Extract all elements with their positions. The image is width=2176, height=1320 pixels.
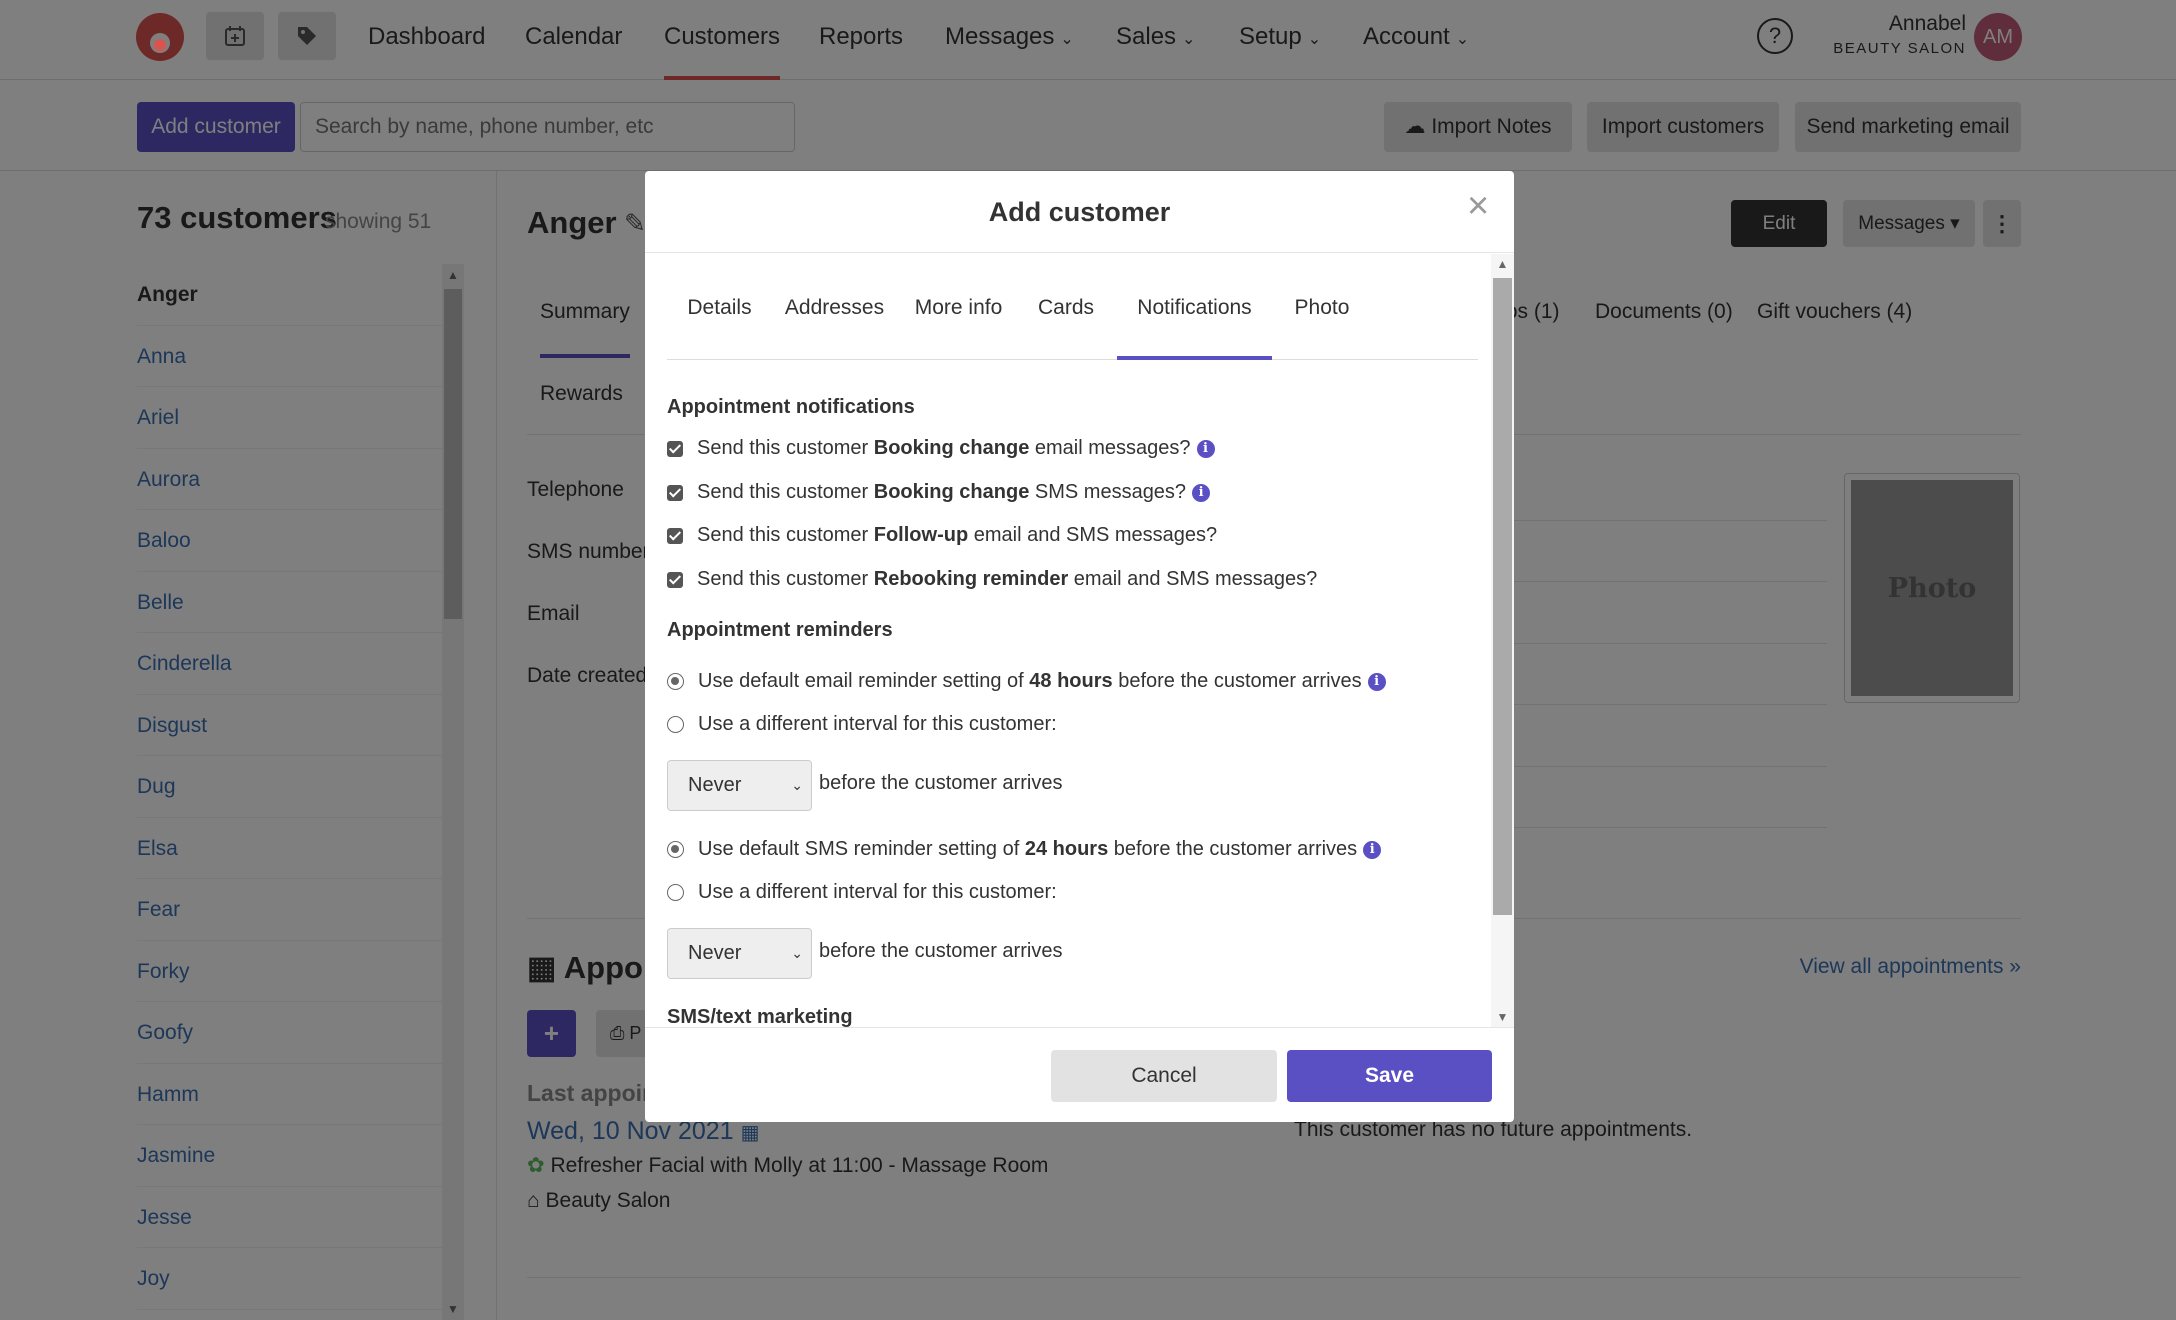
sms-marketing-heading: SMS/text marketing — [667, 1006, 853, 1027]
sms-custom-interval-option[interactable]: Use a different interval for this custom… — [667, 881, 1057, 904]
appointment-notifications-heading: Appointment notifications — [667, 396, 915, 418]
option-text: Send this customer Rebooking reminder em… — [697, 568, 1318, 590]
sms-interval-select[interactable]: Never ⌄ — [667, 928, 812, 979]
select-value: Never — [688, 774, 742, 796]
appointment-reminders-heading: Appointment reminders — [667, 619, 893, 641]
modal-body: Details Addresses More info Cards Notifi… — [645, 254, 1514, 1027]
modal-footer: Cancel Save — [645, 1027, 1514, 1122]
email-interval-select[interactable]: Never ⌄ — [667, 760, 812, 811]
checkbox[interactable] — [667, 571, 683, 588]
option-text: Send this customer Follow-up email and S… — [697, 524, 1218, 546]
add-customer-modal: Add customer × Details Addresses More in… — [645, 171, 1514, 1122]
option-text: Use default email reminder setting of 48… — [698, 670, 1362, 692]
cancel-button[interactable]: Cancel — [1051, 1050, 1277, 1102]
radio-button[interactable] — [667, 884, 684, 901]
modal-scrollbar[interactable]: ▲ ▼ — [1491, 254, 1514, 1027]
email-interval-suffix: before the customer arrives — [819, 772, 1063, 794]
rebooking-reminder-option[interactable]: Send this customer Rebooking reminder em… — [667, 568, 1317, 591]
scroll-down-icon[interactable]: ▼ — [1491, 1010, 1514, 1024]
option-text: Use a different interval for this custom… — [698, 881, 1057, 903]
tab-notifications[interactable]: Notifications — [1117, 254, 1272, 360]
save-button[interactable]: Save — [1287, 1050, 1492, 1102]
info-icon[interactable]: i — [1367, 672, 1386, 691]
option-text: Use a different interval for this custom… — [698, 713, 1057, 735]
tab-cards[interactable]: Cards — [1020, 254, 1112, 360]
sms-default-reminder-option[interactable]: Use default SMS reminder setting of 24 h… — [667, 838, 1382, 861]
chevron-down-icon: ⌄ — [791, 777, 803, 793]
booking-change-sms-option[interactable]: Send this customer Booking change SMS me… — [667, 481, 1211, 504]
chevron-down-icon: ⌄ — [791, 945, 803, 961]
email-custom-interval-option[interactable]: Use a different interval for this custom… — [667, 713, 1057, 736]
radio-button[interactable] — [667, 716, 684, 733]
tab-photo[interactable]: Photo — [1272, 254, 1372, 360]
radio-button[interactable] — [667, 841, 684, 858]
checkbox[interactable] — [667, 440, 683, 457]
modal-title: Add customer — [988, 197, 1171, 227]
info-icon[interactable]: i — [1192, 483, 1211, 502]
option-text: Use default SMS reminder setting of 24 h… — [698, 838, 1358, 860]
modal-tabs: Details Addresses More info Cards Notifi… — [667, 254, 1478, 360]
scrollbar-thumb[interactable] — [1493, 278, 1512, 915]
modal-header: Add customer × — [645, 171, 1514, 253]
booking-change-email-option[interactable]: Send this customer Booking change email … — [667, 437, 1215, 460]
select-value: Never — [688, 942, 742, 964]
scroll-up-icon[interactable]: ▲ — [1491, 257, 1514, 271]
tab-addresses[interactable]: Addresses — [772, 254, 897, 360]
tab-details[interactable]: Details — [667, 254, 772, 360]
info-icon[interactable]: i — [1363, 840, 1382, 859]
info-icon[interactable]: i — [1196, 439, 1215, 458]
tab-more-info[interactable]: More info — [897, 254, 1020, 360]
option-text: Send this customer Booking change SMS me… — [697, 481, 1187, 503]
email-default-reminder-option[interactable]: Use default email reminder setting of 48… — [667, 670, 1386, 693]
close-icon[interactable]: × — [1467, 185, 1489, 228]
follow-up-option[interactable]: Send this customer Follow-up email and S… — [667, 524, 1217, 547]
sms-interval-suffix: before the customer arrives — [819, 940, 1063, 962]
checkbox[interactable] — [667, 527, 683, 544]
option-text: Send this customer Booking change email … — [697, 437, 1191, 459]
radio-button[interactable] — [667, 673, 684, 690]
checkbox[interactable] — [667, 484, 683, 501]
